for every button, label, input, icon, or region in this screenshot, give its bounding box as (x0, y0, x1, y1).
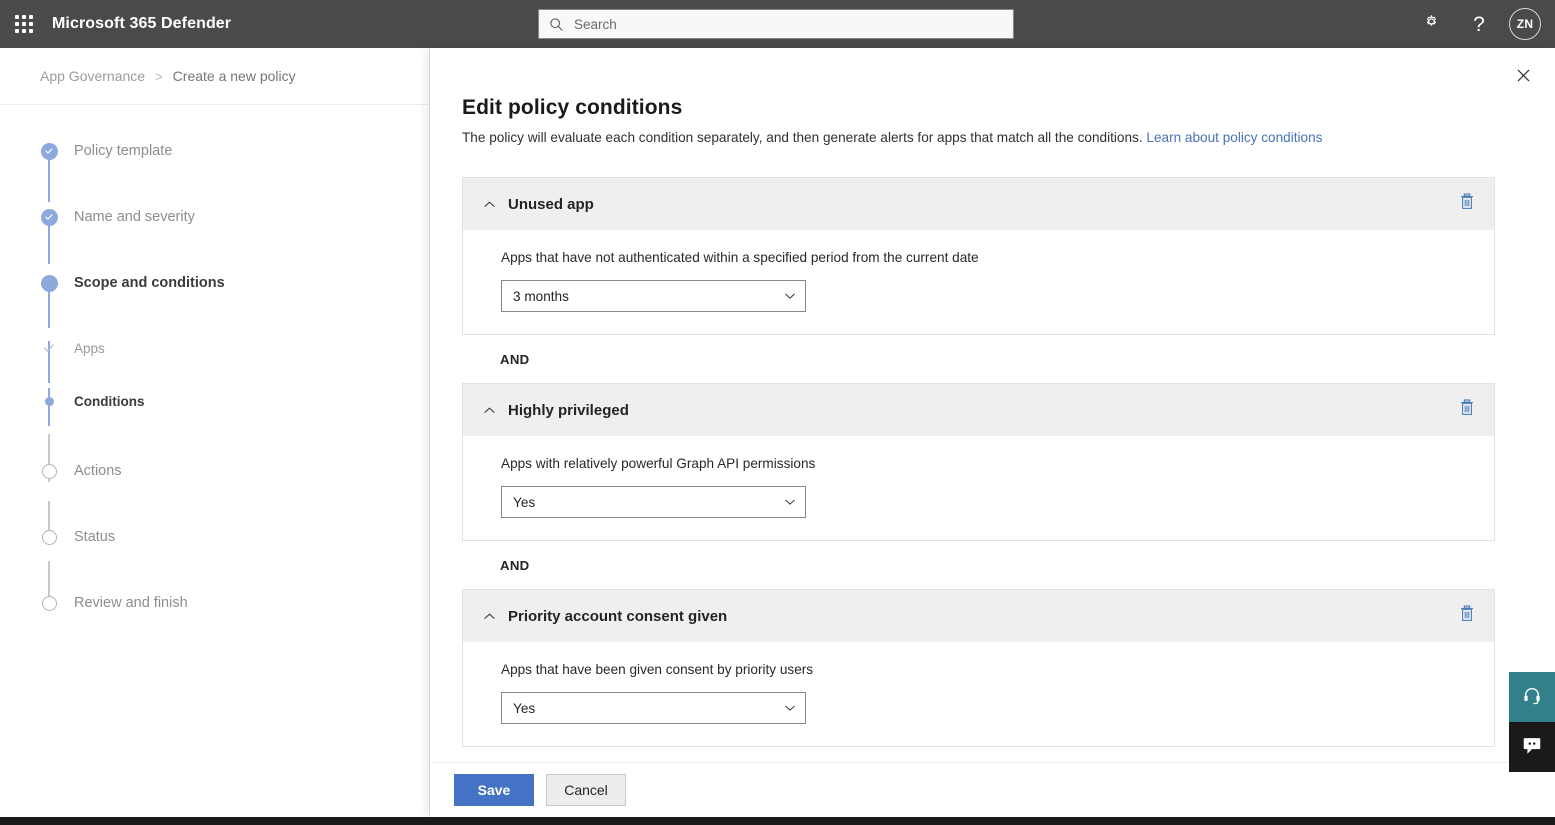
panel-footer: Save Cancel (430, 762, 1555, 817)
chevron-up-icon[interactable] (479, 194, 499, 214)
step-status-icon-done (40, 142, 58, 160)
feedback-button[interactable] (1509, 722, 1555, 772)
wizard-substep-label: Apps (74, 341, 105, 356)
wizard-connector (48, 158, 50, 202)
breadcrumb-root[interactable]: App Governance (40, 68, 145, 84)
breadcrumb-current: Create a new policy (173, 68, 296, 84)
chevron-down-icon (784, 496, 796, 508)
unused-app-period-dropdown[interactable]: 3 months (501, 280, 806, 312)
substep-status-icon-done (40, 339, 58, 357)
step-status-icon-current (40, 274, 58, 292)
wizard-step-label: Actions (74, 463, 122, 479)
condition-description: Apps that have been given consent by pri… (501, 662, 1478, 677)
trash-icon (1459, 193, 1475, 215)
page-title: Edit policy conditions (462, 96, 1495, 120)
condition-header[interactable]: Highly privileged (463, 384, 1494, 436)
condition-header[interactable]: Unused app (463, 178, 1494, 230)
help-button[interactable]: ? (1457, 2, 1501, 46)
step-status-icon-todo (40, 462, 58, 480)
save-button[interactable]: Save (454, 774, 534, 806)
dropdown-value: 3 months (513, 289, 784, 304)
wizard-step-name-and-severity[interactable]: Name and severity (40, 206, 370, 228)
condition-description: Apps with relatively powerful Graph API … (501, 456, 1478, 471)
background-page: App Governance > Create a new policy Pol… (0, 48, 430, 817)
condition-card-priority-account-consent-given: Priority account consent given (462, 589, 1495, 747)
chevron-up-icon[interactable] (479, 606, 499, 626)
suite-title: Microsoft 365 Defender (52, 15, 231, 33)
condition-description: Apps that have not authenticated within … (501, 250, 1478, 265)
wizard-step-label: Review and finish (74, 595, 188, 611)
delete-condition-button[interactable] (1454, 397, 1480, 423)
wizard-substep-label: Conditions (74, 394, 145, 409)
condition-card-unused-app: Unused app (462, 177, 1495, 335)
edit-policy-conditions-panel: Edit policy conditions The policy will e… (430, 48, 1555, 817)
trash-icon (1459, 605, 1475, 627)
global-search[interactable] (538, 9, 1014, 39)
suite-actions: ? ZN (1409, 0, 1547, 48)
chevron-down-icon (784, 702, 796, 714)
condition-title: Highly privileged (508, 402, 629, 419)
suite-header: Microsoft 365 Defender ? (0, 0, 1555, 48)
page-description: The policy will evaluate each condition … (462, 129, 1495, 147)
headset-icon (1522, 685, 1542, 710)
wizard-step-review-and-finish[interactable]: Review and finish (40, 592, 370, 614)
wizard-step-status[interactable]: Status (40, 526, 370, 548)
wizard-step-policy-template[interactable]: Policy template (40, 140, 370, 162)
dropdown-value: Yes (513, 701, 784, 716)
page-description-text: The policy will evaluate each condition … (462, 130, 1143, 145)
delete-condition-button[interactable] (1454, 603, 1480, 629)
wizard-step-scope-and-conditions[interactable]: Scope and conditions (40, 272, 370, 294)
dropdown-value: Yes (513, 495, 784, 510)
wizard-step-label: Status (74, 529, 115, 545)
and-separator: AND (462, 541, 1495, 589)
substep-status-icon-current (40, 392, 58, 410)
step-status-icon-todo (40, 594, 58, 612)
support-button[interactable] (1509, 672, 1555, 722)
condition-body: Apps that have not authenticated within … (463, 230, 1494, 334)
floating-rail (1509, 672, 1555, 772)
waffle-icon (15, 15, 33, 33)
wizard-steps: Policy template Name and severity (40, 140, 370, 614)
panel-content: Edit policy conditions The policy will e… (430, 48, 1555, 762)
chevron-up-icon[interactable] (479, 400, 499, 420)
app-root: Microsoft 365 Defender ? (0, 0, 1555, 825)
breadcrumb: App Governance > Create a new policy (40, 68, 296, 84)
wizard-substep-apps[interactable]: Apps (40, 337, 370, 359)
wizard-substep-conditions[interactable]: Conditions (40, 390, 370, 412)
condition-body: Apps with relatively powerful Graph API … (463, 436, 1494, 540)
condition-title: Priority account consent given (508, 608, 727, 625)
breadcrumb-divider (0, 104, 430, 105)
wizard-step-label: Policy template (74, 143, 172, 159)
question-mark-icon: ? (1473, 14, 1485, 35)
learn-about-policy-conditions-link[interactable]: Learn about policy conditions (1146, 130, 1322, 145)
step-status-icon-todo (40, 528, 58, 546)
condition-title: Unused app (508, 196, 594, 213)
search-icon (549, 17, 564, 32)
cancel-button[interactable]: Cancel (546, 774, 626, 806)
step-status-icon-done (40, 208, 58, 226)
condition-body: Apps that have been given consent by pri… (463, 642, 1494, 746)
gear-icon (1422, 12, 1441, 36)
wizard-step-actions[interactable]: Actions (40, 460, 370, 482)
highly-privileged-dropdown[interactable]: Yes (501, 486, 806, 518)
trash-icon (1459, 399, 1475, 421)
settings-button[interactable] (1409, 2, 1453, 46)
delete-condition-button[interactable] (1454, 191, 1480, 217)
wizard-step-label: Scope and conditions (74, 275, 225, 291)
priority-account-consent-dropdown[interactable]: Yes (501, 692, 806, 724)
feedback-chat-icon (1521, 734, 1543, 761)
app-launcher-button[interactable] (0, 0, 48, 48)
bottom-strip (0, 817, 1555, 825)
chevron-down-icon (784, 290, 796, 302)
avatar-initials: ZN (1517, 17, 1534, 31)
and-separator: AND (462, 335, 1495, 383)
condition-card-highly-privileged: Highly privileged (462, 383, 1495, 541)
wizard-step-label: Name and severity (74, 209, 195, 225)
breadcrumb-separator-icon: > (155, 69, 163, 84)
avatar[interactable]: ZN (1509, 8, 1541, 40)
search-input[interactable] (574, 11, 1003, 37)
condition-header[interactable]: Priority account consent given (463, 590, 1494, 642)
